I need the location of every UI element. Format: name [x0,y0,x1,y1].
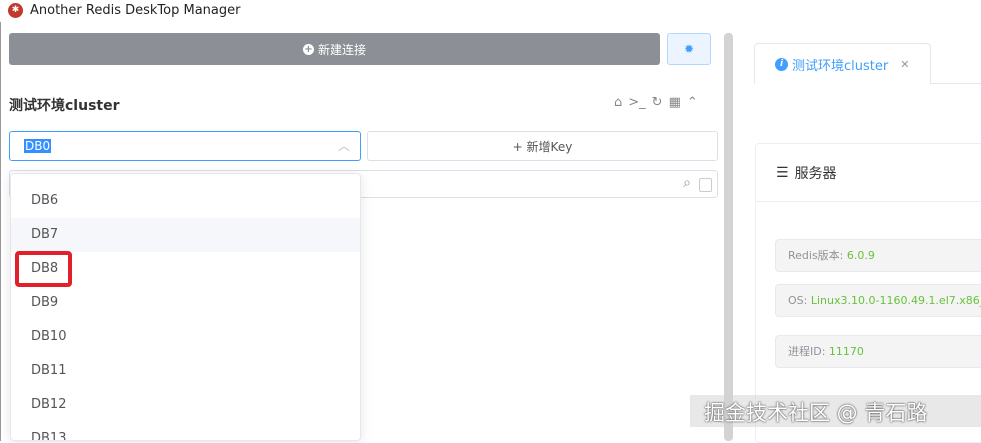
add-key-button[interactable]: + 新增Key [367,131,718,161]
terminal-icon[interactable]: >_ [628,95,645,110]
info-row-redis-version: Redis版本: 6.0.9 [775,239,981,272]
db-option[interactable]: DB13 [11,422,360,440]
db-option[interactable]: DB10 [11,320,360,354]
db-select-value: DB0 [24,139,52,153]
plus-circle-icon: + [302,43,314,55]
window-border [0,22,1,441]
db-option[interactable]: DB9 [11,286,360,320]
server-card-header: ☰ 服务器 [756,144,981,202]
row-label: OS: [788,294,808,307]
info-icon: i [775,57,788,71]
search-icon[interactable]: ⌕ [683,175,691,191]
info-row-os: OS: Linux3.10.0-1160.49.1.el7.x86_64x [775,284,981,317]
db-dropdown: DB6 DB7 DB8 DB9 DB10 DB11 DB12 DB13 [10,173,361,441]
server-icon: ☰ [776,164,789,181]
row-label: 进程ID: [788,345,826,358]
db-option[interactable]: DB12 [11,388,360,422]
db-option[interactable]: DB7 [11,218,360,252]
grid-icon[interactable]: ▦ [669,95,681,110]
refresh-icon[interactable]: ↻ [652,95,663,110]
window-title: Another Redis DeskTop Manager [30,3,241,18]
highlight-annotation [15,251,72,287]
row-value: Linux3.10.0-1160.49.1.el7.x86_64x [810,294,981,307]
db-option[interactable]: DB11 [11,354,360,388]
info-row-pid: 进程ID: 11170 [775,335,981,368]
row-label: Redis版本: [788,249,844,262]
connection-title: 测试环境cluster [9,98,120,114]
db-select[interactable]: DB0 ︿ [9,131,361,161]
exact-search-checkbox[interactable] [699,178,712,192]
settings-button[interactable]: ✹ [667,33,711,65]
chevron-up-icon[interactable]: ⌃ [687,95,698,110]
new-connection-button[interactable]: + 新建连接 [9,33,660,65]
connection-toolbar: ⌂ >_ ↻ ▦ ⌃ [614,95,698,110]
server-card-title: 服务器 [794,165,837,182]
app-logo-icon: ✱ [8,3,23,18]
gear-icon: ✹ [683,42,695,56]
row-value: 11170 [828,345,864,358]
row-value: 6.0.9 [846,249,875,262]
panel-resize-scrollbar[interactable] [724,33,733,441]
watermark: 掘金技术社区 @ 青石路 [704,401,928,425]
chevron-up-icon: ︿ [337,139,350,153]
home-icon[interactable]: ⌂ [614,95,622,110]
tab-label: 测试环境cluster [792,58,889,74]
new-connection-label: 新建连接 [317,42,366,57]
tab-connection[interactable]: i 测试环境cluster ✕ [754,43,931,84]
db-option[interactable]: DB6 [11,184,360,218]
close-icon[interactable]: ✕ [900,58,909,71]
